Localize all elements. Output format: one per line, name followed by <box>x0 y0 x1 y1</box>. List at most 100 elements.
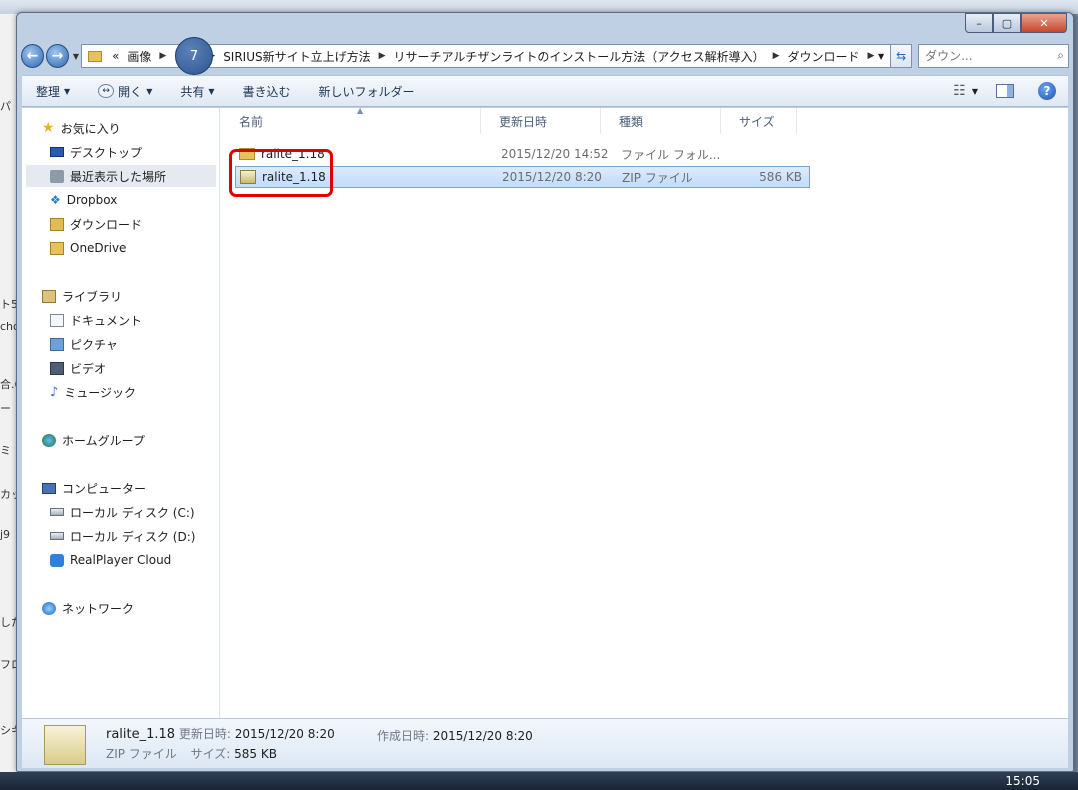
file-type: ZIP ファイル <box>622 170 693 185</box>
nav-libraries[interactable]: ライブラリ <box>42 285 122 307</box>
documents-icon <box>50 313 64 327</box>
realplayer-icon <box>50 553 64 567</box>
refresh-button[interactable]: ⇆ <box>891 44 913 68</box>
nav-homegroup[interactable]: ホームグループ <box>42 429 145 451</box>
minimize-button[interactable]: – <box>965 13 993 33</box>
nav-music[interactable]: ♪ ミュージック <box>50 381 136 403</box>
back-arrow-icon: ← <box>26 48 39 64</box>
breadcrumb-separator-icon[interactable]: ▶ <box>769 51 784 61</box>
file-size: 586 KB <box>759 170 802 184</box>
command-bar: 整理 ▼ ↔ 開く ▼ 共有 ▼ 書き込む 新しいフォルダー ☷ ▼ ? <box>22 75 1068 107</box>
forward-button[interactable]: → <box>45 44 69 68</box>
breadcrumb-separator-icon[interactable]: ▶ <box>155 51 170 61</box>
file-date: 2015/12/20 8:20 <box>502 170 602 184</box>
preview-pane-icon[interactable] <box>996 84 1014 98</box>
details-modified-value: 2015/12/20 8:20 <box>234 727 335 741</box>
nav-label: ダウンロード <box>70 217 143 232</box>
nav-favorites[interactable]: ★ お気に入り <box>42 117 121 139</box>
nav-documents[interactable]: ドキュメント <box>50 309 142 331</box>
caption-buttons: – ▢ ✕ <box>965 13 1067 33</box>
nav-onedrive[interactable]: OneDrive <box>50 237 126 259</box>
nav-label: ライブラリ <box>62 289 123 304</box>
burn-button[interactable]: 書き込む <box>243 83 291 100</box>
folder-icon <box>88 50 103 62</box>
zip-file-large-icon <box>44 725 86 765</box>
refresh-icon: ⇆ <box>896 49 907 63</box>
breadcrumb-item[interactable]: 画像 <box>123 48 155 65</box>
column-header-type[interactable]: 種類 <box>601 108 721 134</box>
onedrive-icon <box>50 241 64 255</box>
nav-disk-c[interactable]: ローカル ディスク (C:) <box>50 501 195 523</box>
address-dropdown-icon[interactable]: ▼ <box>878 52 884 61</box>
breadcrumb-overflow[interactable]: « <box>108 49 123 63</box>
star-icon: ★ <box>42 120 55 136</box>
organize-label: 整理 <box>36 84 61 99</box>
navigation-pane: ★ お気に入り デスクトップ 最近表示した場所 ❖ Dropbox ダウンロード O… <box>22 108 220 718</box>
chevron-down-icon[interactable]: ▼ <box>972 87 978 96</box>
nav-label: ホームグループ <box>62 433 145 448</box>
back-button[interactable]: ← <box>21 44 44 68</box>
nav-disk-d[interactable]: ローカル ディスク (D:) <box>50 525 195 547</box>
burn-label: 書き込む <box>242 84 291 99</box>
taskbar-clock: 15:05 <box>1005 774 1040 788</box>
new-folder-label: 新しいフォルダー <box>318 84 415 99</box>
column-header-size[interactable]: サイズ <box>721 108 797 134</box>
explorer-window: – ▢ ✕ ← → ▼ « 画像 ▶ blog ▶ SIRIUS新サイト立上げ方… <box>16 12 1074 772</box>
nav-label: コンピューター <box>62 481 147 496</box>
column-label: 種類 <box>619 114 644 129</box>
breadcrumb-separator-icon[interactable]: ▶ <box>864 51 879 61</box>
nav-recent-places[interactable]: 最近表示した場所 <box>26 165 216 187</box>
disk-icon <box>50 532 64 540</box>
details-file-name: ralite_1.18 <box>106 727 176 742</box>
nav-realplayer-cloud[interactable]: RealPlayer Cloud <box>50 549 171 571</box>
help-icon[interactable]: ? <box>1038 82 1056 100</box>
details-created-value: 2015/12/20 8:20 <box>432 729 533 743</box>
breadcrumb-item[interactable]: リサーチアルチザンライトのインストール方法（アクセス解析導入） <box>390 48 769 65</box>
videos-icon <box>50 361 64 375</box>
nav-desktop[interactable]: デスクトップ <box>50 141 142 163</box>
column-header-name[interactable]: 名前 ▲ <box>221 106 481 134</box>
search-icon[interactable]: ⌕ <box>1057 48 1064 63</box>
close-button[interactable]: ✕ <box>1021 13 1067 33</box>
open-menu[interactable]: ↔ 開く ▼ <box>98 83 152 100</box>
nav-label: ビデオ <box>70 361 107 376</box>
organize-menu[interactable]: 整理 ▼ <box>36 83 70 100</box>
nav-pictures[interactable]: ピクチャ <box>50 333 118 355</box>
step-number-badge: 7 <box>175 37 213 75</box>
details-size-label: サイズ: <box>190 747 231 761</box>
breadcrumb-item[interactable]: SIRIUS新サイト立上げ方法 <box>219 48 374 65</box>
column-label: サイズ <box>739 114 775 129</box>
disk-icon <box>50 508 64 516</box>
open-icon: ↔ <box>98 84 115 98</box>
new-folder-button[interactable]: 新しいフォルダー <box>319 83 415 100</box>
search-box[interactable]: ⌕ <box>918 44 1069 68</box>
recent-pages-dropdown[interactable]: ▼ <box>73 52 79 61</box>
share-menu[interactable]: 共有 ▼ <box>180 83 214 100</box>
computer-icon <box>42 482 56 494</box>
column-label: 更新日時 <box>499 114 548 129</box>
details-modified-label: 更新日時: <box>178 727 231 741</box>
column-header-date[interactable]: 更新日時 <box>481 108 601 134</box>
view-options-icon[interactable]: ☷ <box>953 83 966 99</box>
nav-videos[interactable]: ビデオ <box>50 357 106 379</box>
open-label: 開く <box>118 84 143 99</box>
nav-computer[interactable]: コンピューター <box>42 477 146 499</box>
nav-dropbox[interactable]: ❖ Dropbox <box>50 189 117 211</box>
breadcrumb-separator-icon[interactable]: ▶ <box>375 51 390 61</box>
column-headers: 名前 ▲ 更新日時 種類 サイズ <box>221 106 821 134</box>
recent-places-icon <box>50 169 64 183</box>
toolbar-right: ☷ ▼ ? <box>953 76 1068 106</box>
pictures-icon <box>50 337 64 351</box>
file-list-pane: 名前 ▲ 更新日時 種類 サイズ ralite_1.18 2015/12/20 1… <box>221 106 1068 718</box>
nav-label: ローカル ディスク (D:) <box>70 529 196 544</box>
dropbox-icon: ❖ <box>50 193 61 207</box>
nav-downloads[interactable]: ダウンロード <box>50 213 142 235</box>
details-file-type: ZIP ファイル <box>106 747 177 761</box>
maximize-button[interactable]: ▢ <box>993 13 1021 33</box>
breadcrumb-item[interactable]: ダウンロード <box>784 48 864 65</box>
details-size-value: 585 KB <box>234 747 277 761</box>
nav-network[interactable]: ネットワーク <box>42 597 134 619</box>
sort-ascending-icon: ▲ <box>357 106 364 115</box>
file-date: 2015/12/20 14:52 <box>501 147 609 161</box>
search-input[interactable] <box>925 49 1046 63</box>
